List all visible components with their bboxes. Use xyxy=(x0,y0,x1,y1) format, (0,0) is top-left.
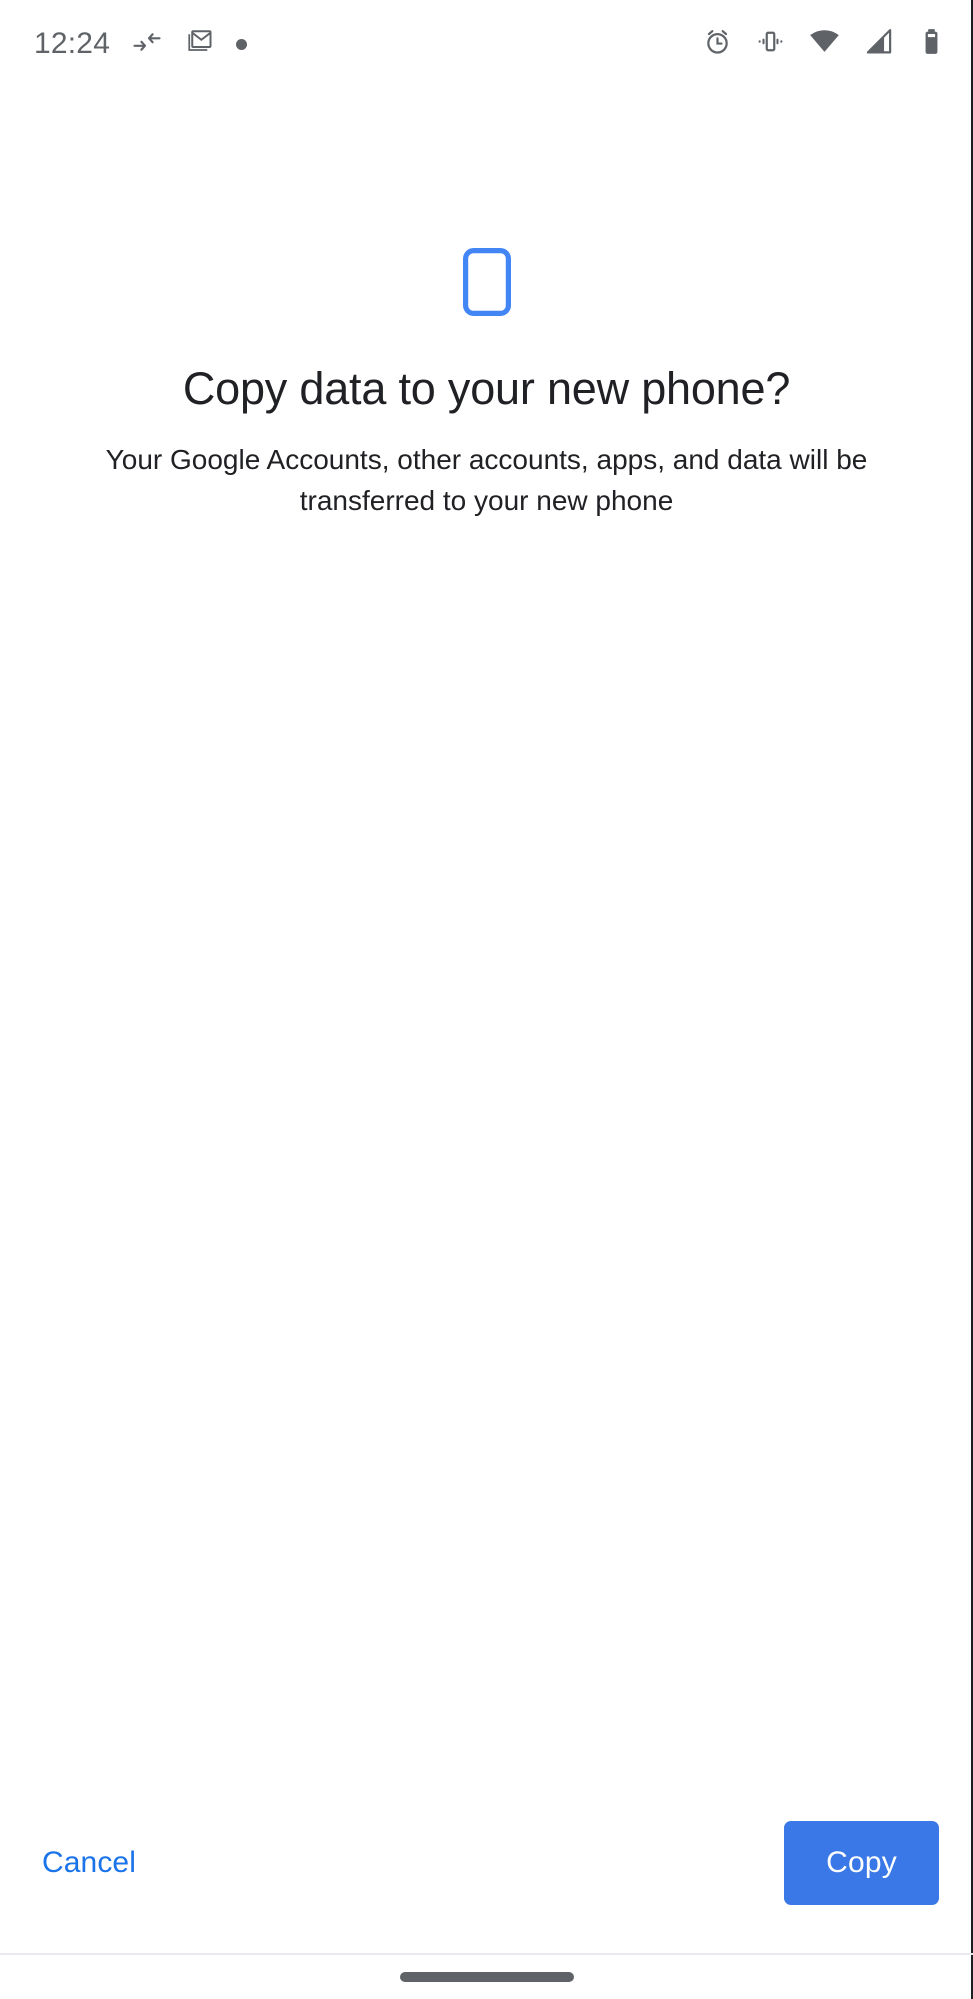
smartphone-icon xyxy=(462,247,511,316)
navigation-bar xyxy=(0,1955,973,1999)
page-subtitle: Your Google Accounts, other accounts, ap… xyxy=(105,443,868,516)
copy-button[interactable]: Copy xyxy=(784,1821,939,1905)
phone-screen: 12:24 Copy data to your new phone? Your … xyxy=(0,0,973,1999)
action-bar: Cancel Copy xyxy=(0,1803,973,1923)
hero-section: Copy data to your new phone? Your Google… xyxy=(0,0,973,521)
page-title: Copy data to your new phone? xyxy=(182,363,791,414)
home-gesture-handle[interactable] xyxy=(399,1972,574,1982)
cancel-button[interactable]: Cancel xyxy=(34,1832,144,1894)
